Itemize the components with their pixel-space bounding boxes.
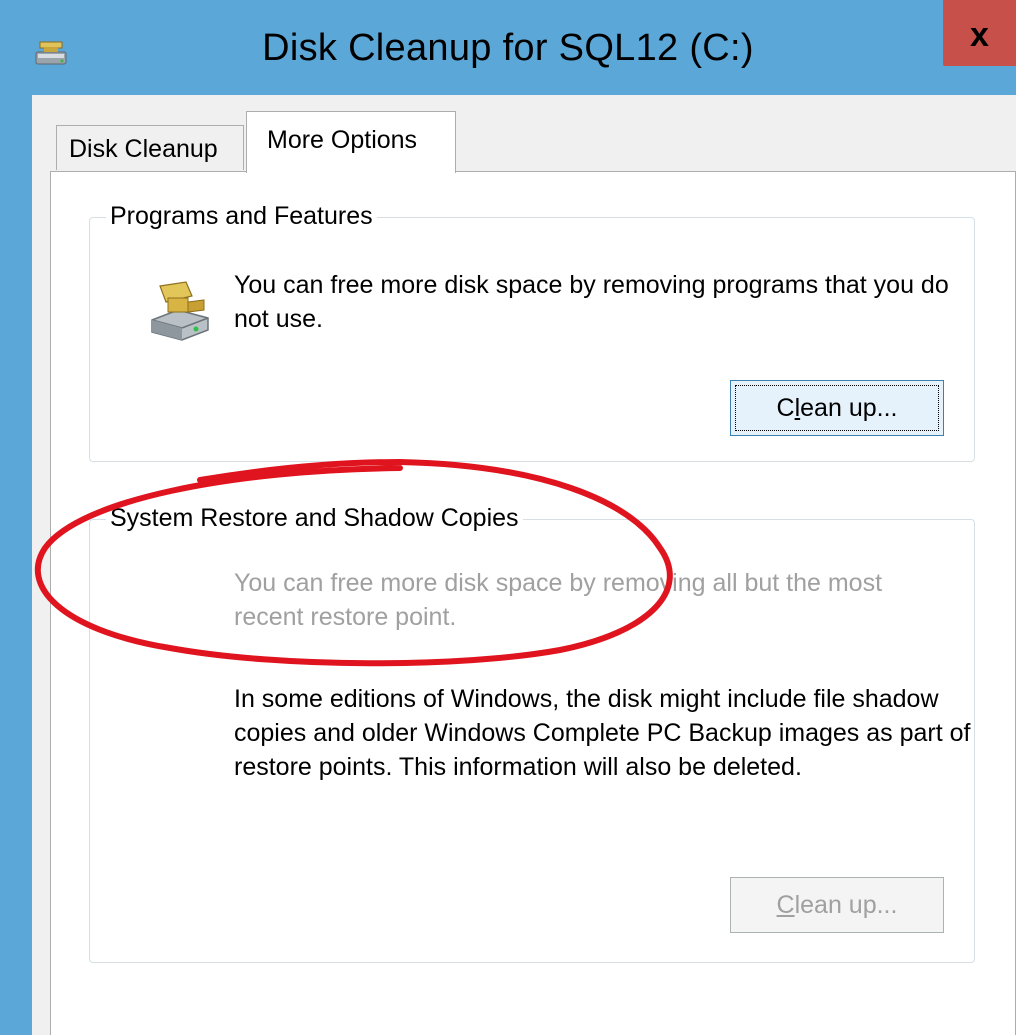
restore-description: You can free more disk space by removing…	[234, 569, 883, 631]
programs-and-features-group: Programs and Features You can free more …	[89, 202, 975, 462]
button-label-suffix: lean up...	[794, 891, 898, 919]
programs-drive-icon	[151, 281, 209, 341]
programs-description: You can free more disk space by removing…	[234, 271, 949, 333]
programs-group-legend: Programs and Features	[106, 202, 377, 231]
programs-cleanup-button[interactable]: Clean up...	[730, 380, 944, 436]
button-accelerator: C	[776, 891, 795, 919]
window-title: Disk Cleanup for SQL12 (C:)	[262, 27, 754, 69]
tab-disk-cleanup[interactable]: Disk Cleanup	[56, 125, 244, 170]
dialog-client-area: Disk Cleanup More Options Programs and F…	[32, 95, 1016, 1035]
tab-more-options[interactable]: More Options	[246, 111, 456, 173]
system-restore-group: System Restore and Shadow Copies You can…	[89, 504, 975, 963]
more-options-panel: Programs and Features You can free more …	[50, 171, 1016, 1035]
disk-cleanup-window: Disk Cleanup for SQL12 (C:) x Disk Clean…	[0, 0, 1016, 1035]
focus-ring	[735, 385, 939, 431]
title-bar[interactable]: Disk Cleanup for SQL12 (C:) x	[0, 0, 1016, 95]
restore-group-legend: System Restore and Shadow Copies	[106, 504, 523, 533]
restore-cleanup-button[interactable]: Clean up...	[730, 877, 944, 933]
close-button[interactable]: x	[943, 0, 1016, 66]
shadow-copies-note: In some editions of Windows, the disk mi…	[234, 685, 971, 781]
